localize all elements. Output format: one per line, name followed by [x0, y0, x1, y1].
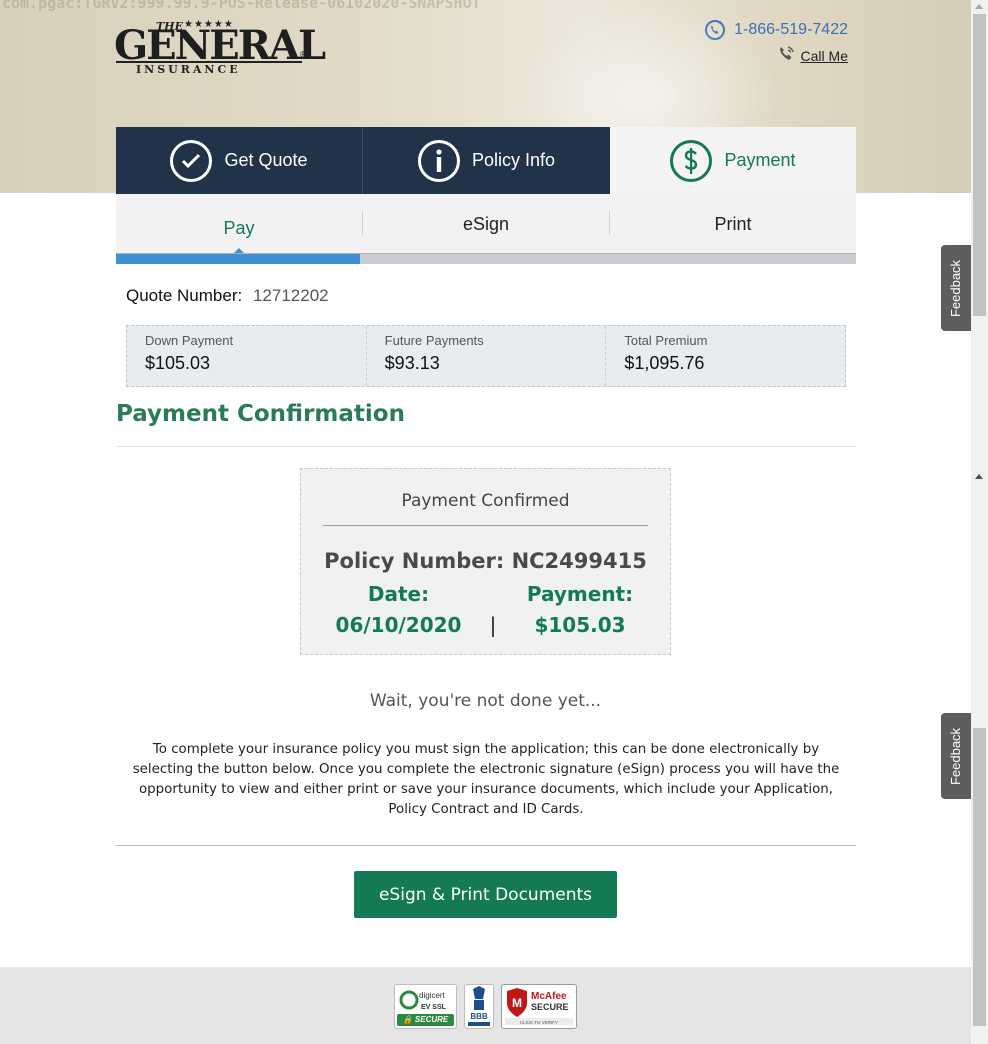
confirm-heading: Payment Confirmed [401, 491, 570, 511]
esign-print-documents-button[interactable]: eSign & Print Documents [354, 871, 617, 918]
bbb-torch-icon: BBB [468, 986, 490, 1026]
policy-number-line: Policy Number: NC2499415 [301, 549, 670, 573]
mcafee-secure-badge[interactable]: M McAfee SECURE CLICK TO VERIFY [501, 984, 577, 1029]
date-value: 06/10/2020 [335, 613, 462, 637]
digicert-ev-ssl-badge[interactable]: digicert EV SSL 🔒 SECURE [394, 984, 457, 1029]
summary-value: $1,095.76 [624, 353, 705, 373]
main-tabs: Get Quote Policy Info Payment [116, 127, 856, 194]
summary-total-premium: Total Premium $1,095.76 [606, 326, 845, 386]
summary-value: $105.03 [145, 353, 211, 373]
scroll-up-arrow-icon[interactable] [975, 4, 983, 9]
subtab-esign-label: eSign [462, 213, 510, 234]
build-watermark: com.pgac:TGRV2:999.99.9-POS-Release-0610… [2, 0, 481, 12]
date-label: Date: [367, 582, 430, 606]
tab-payment-label: Payment [724, 150, 796, 170]
summary-value: $93.13 [384, 353, 440, 373]
digicert-badge-top: digicert EV SSL [399, 988, 453, 1014]
logo-general-text: GENERAL [114, 22, 326, 69]
mcafee-brand-text: McAfee [531, 991, 567, 1002]
payment-label: Payment: [526, 582, 634, 606]
digicert-brand-text: digicert [419, 991, 446, 1000]
summary-down-payment: Down Payment $105.03 [127, 326, 367, 386]
scroll-up-arrow-icon[interactable] [975, 474, 983, 479]
divider [116, 446, 856, 447]
call-me-link[interactable]: Call Me [777, 45, 848, 66]
quote-number: Quote Number: 12712202 [126, 286, 329, 306]
svg-text:M: M [512, 996, 522, 1010]
lock-icon: 🔒 [402, 1015, 413, 1024]
premium-summary: Down Payment $105.03 Future Payments $93… [126, 325, 846, 387]
tab-policy-info[interactable]: Policy Info [363, 127, 610, 194]
divider [116, 845, 856, 846]
tab-get-quote-label: Get Quote [224, 150, 308, 170]
detail-separator: | [489, 613, 497, 637]
subtab-esign[interactable]: eSign [363, 194, 609, 254]
call-me-label[interactable]: Call Me [801, 48, 848, 64]
mcafee-secure-text: SECURE [531, 1002, 569, 1012]
tab-get-quote[interactable]: Get Quote [116, 127, 363, 194]
digicert-secure-label: 🔒 SECURE [397, 1014, 454, 1026]
confirm-divider [323, 525, 648, 526]
summary-label: Down Payment [145, 333, 234, 348]
mcafee-footer-text: CLICK TO VERIFY [520, 1020, 558, 1025]
feedback-label: Feedback [948, 259, 964, 317]
tab-payment[interactable]: Payment [610, 127, 856, 194]
phone-callback-icon [777, 45, 795, 66]
info-circle-icon [417, 139, 460, 182]
payment-details: Date: 06/10/2020 | Payment: $105.03 [301, 579, 670, 641]
step-progress-fill [116, 254, 361, 264]
esign-instructions: To complete your insurance policy you mu… [132, 742, 840, 817]
section-title: Payment Confirmation [116, 401, 405, 427]
page-scrollbar[interactable] [971, 0, 988, 1044]
logo-registered-mark: ® [299, 50, 307, 59]
policy-number-label: Policy Number: [324, 549, 505, 573]
subtab-print-label: Print [714, 213, 752, 234]
wait-message: Wait, you're not done yet... [369, 691, 602, 711]
policy-number-value: NC2499415 [511, 549, 647, 573]
quote-number-label: Quote Number: [126, 286, 243, 305]
payment-amount: Payment: $105.03 [505, 579, 655, 641]
scrollbar-thumb[interactable] [973, 728, 986, 1026]
subtab-print[interactable]: Print [610, 194, 856, 254]
quote-number-value: 12712202 [252, 286, 329, 305]
mcafee-badge-art: M McAfee SECURE CLICK TO VERIFY [505, 988, 573, 1025]
feedback-tab[interactable]: Feedback [941, 713, 971, 799]
logo-insurance-text: INSURANCE [136, 63, 241, 76]
digicert-footer-text: SECURE [414, 1015, 449, 1024]
payment-confirmed-box: Payment Confirmed Policy Number: NC24994… [300, 468, 671, 655]
digicert-ssl-text: EV SSL [421, 1004, 447, 1011]
scrollbar-thumb[interactable] [973, 14, 986, 316]
phone-link[interactable]: 1-866-519-7422 [704, 19, 848, 41]
summary-label: Future Payments [384, 333, 484, 348]
feedback-label: Feedback [948, 727, 964, 785]
sub-tabs: Pay eSign Print [116, 194, 856, 255]
payment-date: Date: 06/10/2020 [316, 579, 481, 641]
general-insurance-logo[interactable]: THE ★★★★★ GENERAL ® INSURANCE [114, 19, 326, 76]
tab-policy-info-label: Policy Info [471, 150, 556, 170]
dollar-circle-icon [670, 139, 713, 182]
step-progress-bar [116, 253, 856, 264]
subtab-pay-label: Pay [223, 217, 255, 238]
summary-label: Total Premium [624, 333, 708, 348]
clock-phone-icon [704, 19, 726, 41]
phone-number[interactable]: 1-866-519-7422 [734, 21, 848, 39]
subtab-pay[interactable]: Pay [116, 194, 362, 255]
bbb-text: BBB [470, 1012, 488, 1021]
payment-value: $105.03 [534, 613, 626, 637]
bbb-accredited-badge[interactable]: BBB [464, 984, 494, 1029]
feedback-tab[interactable]: Feedback [941, 245, 971, 331]
check-circle-icon [170, 139, 213, 182]
summary-future-payments: Future Payments $93.13 [367, 326, 607, 386]
